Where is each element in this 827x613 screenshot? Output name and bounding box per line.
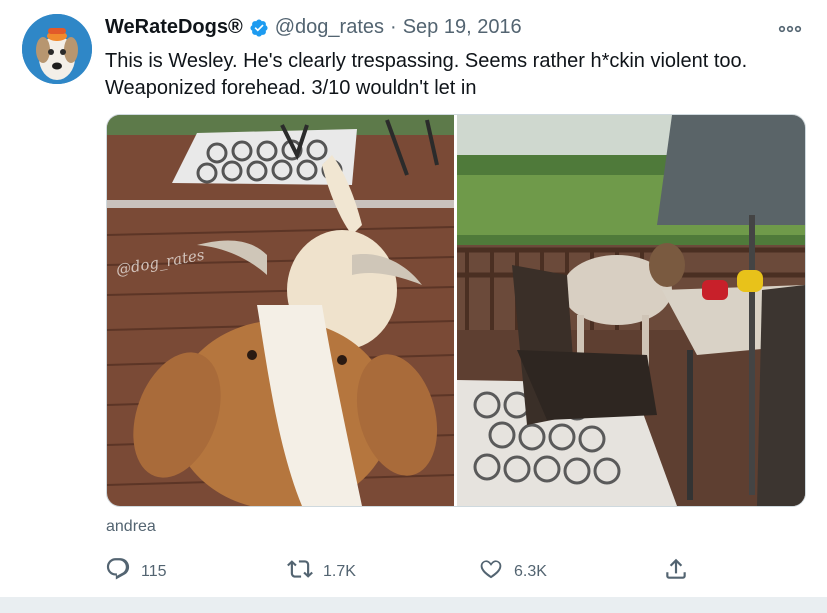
- page-footer-strip: [0, 597, 827, 613]
- tweet-text-line-1: This is Wesley. He's clearly trespassing…: [105, 50, 748, 72]
- reply-count: 115: [141, 562, 167, 580]
- retweet-count: 1.7K: [323, 562, 356, 580]
- more-icon[interactable]: [777, 22, 803, 36]
- reply-button[interactable]: 115: [105, 556, 167, 587]
- retweet-icon: [287, 556, 313, 587]
- retweet-button[interactable]: 1.7K: [287, 556, 356, 587]
- heart-icon: [478, 556, 504, 587]
- share-icon[interactable]: [663, 556, 689, 582]
- media-grid: @dog_rates: [106, 114, 806, 507]
- tweet-header: WeRateDogs® @dog_rates · Sep 19, 2016: [105, 16, 522, 39]
- verified-badge-icon: [249, 18, 269, 38]
- like-count: 6.3K: [514, 562, 547, 580]
- tweet-card[interactable]: WeRateDogs® @dog_rates · Sep 19, 2016 Th…: [0, 0, 827, 597]
- separator-dot: ·: [390, 16, 397, 38]
- tweet-date[interactable]: Sep 19, 2016: [403, 16, 522, 39]
- tweet-text-line-2: Weaponized forehead. 3/10 wouldn't let i…: [105, 77, 477, 99]
- account-handle[interactable]: @dog_rates: [275, 16, 384, 39]
- tweet-text: This is Wesley. He's clearly trespassing…: [105, 48, 795, 102]
- like-button[interactable]: 6.3K: [478, 556, 547, 587]
- action-bar: 115 1.7K 6.3K: [105, 556, 705, 586]
- display-name[interactable]: WeRateDogs®: [105, 16, 243, 39]
- media-caption[interactable]: andrea: [106, 518, 156, 536]
- photo-right[interactable]: [457, 115, 805, 506]
- photo-left[interactable]: @dog_rates: [107, 115, 454, 506]
- reply-icon: [105, 556, 131, 587]
- avatar[interactable]: [22, 14, 92, 84]
